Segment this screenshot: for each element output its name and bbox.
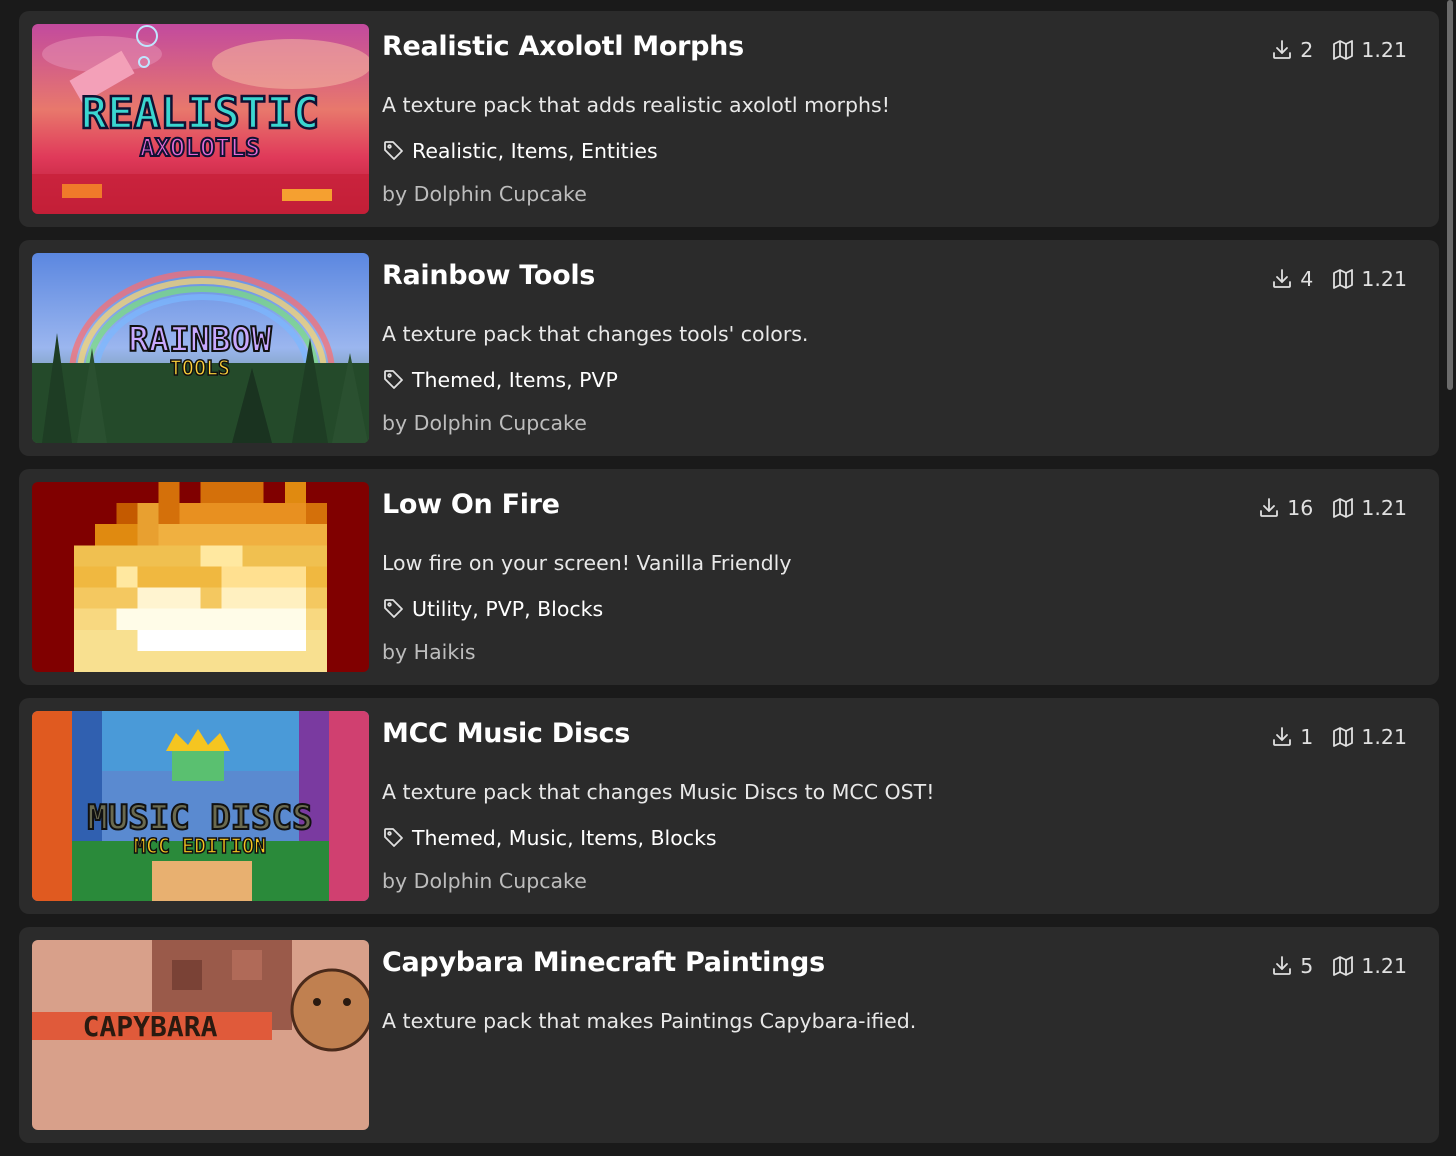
map-icon — [1333, 40, 1354, 60]
map-icon — [1333, 498, 1354, 518]
pack-tags-text: Utility, PVP, Blocks — [412, 597, 604, 621]
download-icon — [1273, 40, 1292, 59]
version: 1.21 — [1331, 38, 1407, 62]
download-count: 5 — [1270, 954, 1313, 978]
version: 1.21 — [1331, 496, 1407, 520]
download-count: 16 — [1257, 496, 1313, 520]
thumbnail-subtext: TOOLS — [170, 356, 230, 380]
download-count: 4 — [1270, 267, 1313, 291]
pack-stats: 5 1.21 — [1270, 954, 1407, 978]
version: 1.21 — [1331, 267, 1407, 291]
pack-thumbnail[interactable] — [32, 482, 369, 672]
pack-author[interactable]: by Dolphin Cupcake — [382, 182, 587, 206]
pack-description: A texture pack that changes tools' color… — [382, 322, 809, 346]
pack-author[interactable]: by Dolphin Cupcake — [382, 411, 587, 435]
pack-tags: Utility, PVP, Blocks — [382, 597, 603, 621]
pack-thumbnail[interactable]: RAINBOW TOOLS — [32, 253, 369, 443]
pack-list: REALISTIC AXOLOTLS Realistic Axolotl Mor… — [19, 11, 1439, 1156]
download-count-value: 16 — [1287, 496, 1314, 520]
pack-thumbnail[interactable]: REALISTIC AXOLOTLS — [32, 24, 369, 214]
map-icon — [1333, 727, 1354, 747]
pack-stats: 16 1.21 — [1257, 496, 1407, 520]
thumbnail-subtext: MCC EDITION — [134, 834, 266, 858]
version: 1.21 — [1331, 954, 1407, 978]
version-value: 1.21 — [1361, 954, 1407, 978]
pack-tags: Themed, Items, PVP — [382, 368, 618, 392]
pack-description: A texture pack that changes Music Discs … — [382, 780, 935, 804]
download-icon — [1273, 269, 1292, 288]
thumbnail-subtext: AXOLOTLS — [140, 133, 260, 162]
pack-description: A texture pack that makes Paintings Capy… — [382, 1009, 917, 1033]
tag-icon — [384, 370, 403, 389]
download-count: 1 — [1270, 725, 1313, 749]
pack-title[interactable]: Rainbow Tools — [382, 260, 595, 291]
pack-stats: 2 1.21 — [1270, 38, 1407, 62]
download-icon — [1273, 956, 1292, 975]
pack-tags-text: Themed, Music, Items, Blocks — [412, 826, 717, 850]
download-icon — [1260, 498, 1279, 517]
download-count-value: 2 — [1300, 38, 1314, 62]
thumbnail-text: REALISTIC — [81, 88, 319, 139]
thumbnail-text: CAPYBARA — [83, 1010, 218, 1043]
pack-stats: 4 1.21 — [1270, 267, 1407, 291]
capybara-thumbnail-image: CAPYBARA — [32, 940, 369, 1130]
pack-card[interactable]: Low On Fire 16 1.21 Low fire on your scr… — [19, 469, 1439, 685]
music-discs-thumbnail-image: MUSIC DISCS MCC EDITION — [32, 711, 369, 901]
fire-thumbnail-image — [32, 482, 369, 672]
rainbow-tools-thumbnail-image: RAINBOW TOOLS — [32, 253, 369, 443]
pack-tags-text: Realistic, Items, Entities — [412, 139, 658, 163]
pack-tags: Themed, Music, Items, Blocks — [382, 826, 717, 850]
pack-title[interactable]: MCC Music Discs — [382, 718, 630, 749]
version-value: 1.21 — [1361, 267, 1407, 291]
download-count-value: 4 — [1300, 267, 1314, 291]
pack-thumbnail[interactable]: MUSIC DISCS MCC EDITION — [32, 711, 369, 901]
tag-icon — [384, 599, 403, 618]
pack-card[interactable]: MUSIC DISCS MCC EDITION MCC Music Discs … — [19, 698, 1439, 914]
download-count-value: 5 — [1300, 954, 1314, 978]
download-count-value: 1 — [1300, 725, 1314, 749]
pack-description: A texture pack that adds realistic axolo… — [382, 93, 890, 117]
pack-title[interactable]: Capybara Minecraft Paintings — [382, 947, 825, 978]
axolotl-thumbnail-image: REALISTIC AXOLOTLS — [32, 24, 369, 214]
pack-description: Low fire on your screen! Vanilla Friendl… — [382, 551, 792, 575]
tag-icon — [384, 141, 403, 160]
pack-tags-text: Themed, Items, PVP — [412, 368, 618, 392]
pack-title[interactable]: Low On Fire — [382, 489, 560, 520]
pack-thumbnail[interactable]: CAPYBARA — [32, 940, 369, 1130]
version-value: 1.21 — [1361, 38, 1407, 62]
pack-stats: 1 1.21 — [1270, 725, 1407, 749]
map-icon — [1333, 956, 1354, 976]
tag-icon — [384, 828, 403, 847]
version: 1.21 — [1331, 725, 1407, 749]
pack-card[interactable]: CAPYBARA Capybara Minecraft Paintings 5 … — [19, 927, 1439, 1143]
thumbnail-text: RAINBOW — [128, 320, 272, 360]
pack-card[interactable]: REALISTIC AXOLOTLS Realistic Axolotl Mor… — [19, 11, 1439, 227]
thumbnail-text: MUSIC DISCS — [87, 798, 312, 838]
pack-author[interactable]: by Dolphin Cupcake — [382, 869, 587, 893]
download-count: 2 — [1270, 38, 1313, 62]
map-icon — [1333, 269, 1354, 289]
pack-title[interactable]: Realistic Axolotl Morphs — [382, 31, 744, 62]
pack-tags: Realistic, Items, Entities — [382, 139, 658, 163]
download-icon — [1273, 727, 1292, 746]
pack-card[interactable]: RAINBOW TOOLS Rainbow Tools 4 1.21 A tex… — [19, 240, 1439, 456]
version-value: 1.21 — [1361, 496, 1407, 520]
pack-author[interactable]: by Haikis — [382, 640, 476, 664]
version-value: 1.21 — [1361, 725, 1407, 749]
scrollbar[interactable] — [1447, 0, 1453, 390]
